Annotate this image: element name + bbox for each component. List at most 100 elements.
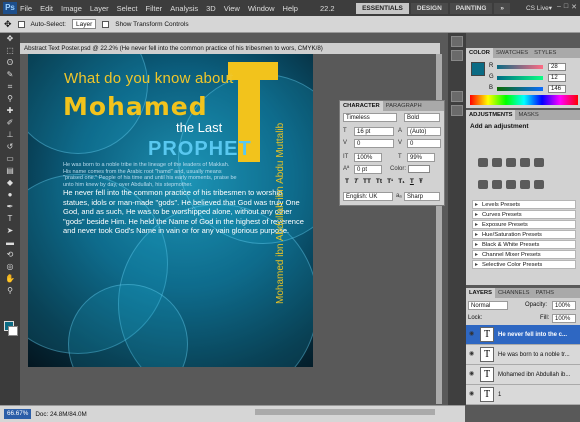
underline-button[interactable]: T — [410, 178, 414, 185]
layer-row[interactable]: ◉ T 1 — [466, 385, 580, 405]
zoom-level-display[interactable]: 22.2 — [320, 4, 335, 13]
leading-field[interactable]: (Auto) — [407, 127, 441, 136]
superscript-button[interactable]: T¹ — [387, 178, 393, 185]
preset-selective-color[interactable]: Selective Color Presets — [472, 260, 576, 269]
tab-layers[interactable]: LAYERS — [466, 288, 495, 298]
exposure-icon[interactable] — [520, 158, 530, 167]
preset-hue-saturation[interactable]: Hue/Saturation Presets — [472, 230, 576, 239]
workspace-more-button[interactable]: » — [494, 3, 510, 14]
opacity-field[interactable]: 100% — [552, 301, 576, 310]
history-panel-icon[interactable] — [451, 36, 463, 47]
blend-mode-dropdown[interactable]: Normal — [468, 301, 508, 310]
horizontal-scale-field[interactable]: 99% — [407, 153, 435, 162]
eyedropper-icon[interactable]: ⚲ — [3, 94, 17, 104]
menu-file[interactable]: File — [20, 4, 32, 13]
cs-live-button[interactable]: CS Live▾ — [526, 3, 552, 14]
path-select-icon[interactable]: ➤ — [3, 226, 17, 236]
language-dropdown[interactable]: English: UK — [343, 192, 393, 201]
levels-icon[interactable] — [492, 158, 502, 167]
menu-image[interactable]: Image — [61, 4, 82, 13]
zoom-icon[interactable]: ⚲ — [3, 286, 17, 296]
faux-italic-button[interactable]: T — [354, 178, 358, 185]
hand-icon[interactable]: ✋ — [3, 274, 17, 284]
auto-select-checkbox[interactable] — [17, 20, 25, 28]
preset-exposure[interactable]: Exposure Presets — [472, 220, 576, 229]
color-panel-foreground-swatch[interactable] — [471, 62, 485, 76]
all-caps-button[interactable]: TT — [363, 178, 371, 185]
baseline-shift-field[interactable]: 0 pt — [354, 165, 382, 174]
menu-help[interactable]: Help — [283, 4, 298, 13]
minimize-icon[interactable]: – — [557, 3, 561, 11]
paragraph-panel-icon[interactable] — [451, 105, 463, 116]
tab-paragraph[interactable]: PARAGRAPH — [383, 101, 425, 111]
menu-3d[interactable]: 3D — [206, 4, 216, 13]
tab-channels[interactable]: CHANNELS — [495, 288, 533, 298]
move-icon[interactable]: ✥ — [3, 34, 17, 44]
marquee-icon[interactable]: ⬚ — [3, 46, 17, 56]
blue-slider[interactable] — [497, 87, 543, 91]
tab-masks[interactable]: MASKS — [515, 110, 541, 120]
3d-orbit-icon[interactable]: ◎ — [3, 262, 17, 272]
menu-analysis[interactable]: Analysis — [170, 4, 198, 13]
tab-styles[interactable]: STYLES — [531, 48, 559, 58]
tab-color[interactable]: COLOR — [466, 48, 493, 58]
tracking-field[interactable]: 0 — [407, 139, 441, 148]
eye-icon[interactable]: ◉ — [469, 371, 476, 377]
lasso-icon[interactable]: ʘ — [3, 58, 17, 68]
preset-levels[interactable]: Levels Presets — [472, 200, 576, 209]
faux-bold-button[interactable]: T — [345, 178, 349, 185]
brightness-contrast-icon[interactable] — [478, 158, 488, 167]
menu-layer[interactable]: Layer — [90, 4, 109, 13]
preset-black-white[interactable]: Black & White Presets — [472, 240, 576, 249]
workspace-design-button[interactable]: DESIGN — [410, 3, 448, 14]
layer-row[interactable]: ◉ T He never fell into the c... — [466, 325, 580, 345]
background-color-swatch[interactable] — [8, 326, 18, 336]
brush-icon[interactable]: ✐ — [3, 118, 17, 128]
preset-channel-mixer[interactable]: Channel Mixer Presets — [472, 250, 576, 259]
type-icon[interactable]: T — [3, 214, 17, 224]
tab-adjustments[interactable]: ADJUSTMENTS — [466, 110, 516, 120]
actions-panel-icon[interactable] — [451, 50, 463, 61]
eye-icon[interactable]: ◉ — [469, 391, 476, 397]
layer-row[interactable]: ◉ T Mohamed ibn Abdullah ib... — [466, 365, 580, 385]
subscript-button[interactable]: T₁ — [398, 178, 405, 185]
move-tool-icon[interactable]: ✥ — [4, 19, 12, 30]
close-icon[interactable]: ✕ — [571, 3, 577, 11]
preset-curves[interactable]: Curves Presets — [472, 210, 576, 219]
poster-canvas[interactable]: What do you know about Mohamed the Last … — [28, 54, 313, 367]
gradient-icon[interactable]: ▤ — [3, 166, 17, 176]
shape-icon[interactable]: ▬ — [3, 238, 17, 248]
menu-edit[interactable]: Edit — [40, 4, 53, 13]
healing-brush-icon[interactable]: ✚ — [3, 106, 17, 116]
green-value-field[interactable]: 12 — [548, 74, 566, 82]
horizontal-scrollbar[interactable] — [255, 409, 435, 415]
green-slider[interactable] — [497, 76, 543, 80]
character-panel-icon[interactable] — [451, 91, 463, 102]
crop-icon[interactable]: ⌗ — [3, 82, 17, 92]
menu-view[interactable]: View — [224, 4, 240, 13]
3d-rotate-icon[interactable]: ⟲ — [3, 250, 17, 260]
menu-select[interactable]: Select — [117, 4, 138, 13]
dodge-icon[interactable]: ● — [3, 190, 17, 200]
font-family-dropdown[interactable]: Timeless — [343, 113, 397, 122]
text-color-swatch[interactable] — [408, 165, 430, 173]
status-zoom-field[interactable]: 66.67% — [4, 409, 32, 419]
menu-window[interactable]: Window — [248, 4, 275, 13]
color-spectrum-ramp[interactable] — [470, 95, 578, 105]
hue-saturation-icon[interactable] — [478, 180, 488, 189]
blue-value-field[interactable]: 146 — [548, 85, 566, 93]
eye-icon[interactable]: ◉ — [469, 351, 476, 357]
tab-character[interactable]: CHARACTER — [340, 101, 383, 111]
color-balance-icon[interactable] — [492, 180, 502, 189]
workspace-essentials-button[interactable]: ESSENTIALS — [356, 3, 409, 14]
vertical-scale-field[interactable]: 100% — [354, 153, 382, 162]
layer-row[interactable]: ◉ T He was born to a noble tr... — [466, 345, 580, 365]
workspace-painting-button[interactable]: PAINTING — [449, 3, 493, 14]
auto-select-dropdown[interactable]: Layer — [71, 19, 97, 29]
vibrance-icon[interactable] — [534, 158, 544, 167]
strikethrough-button[interactable]: Ŧ — [419, 178, 423, 185]
fill-field[interactable]: 100% — [552, 314, 576, 323]
eye-icon[interactable]: ◉ — [469, 331, 476, 337]
menu-filter[interactable]: Filter — [146, 4, 163, 13]
red-value-field[interactable]: 28 — [548, 63, 566, 71]
